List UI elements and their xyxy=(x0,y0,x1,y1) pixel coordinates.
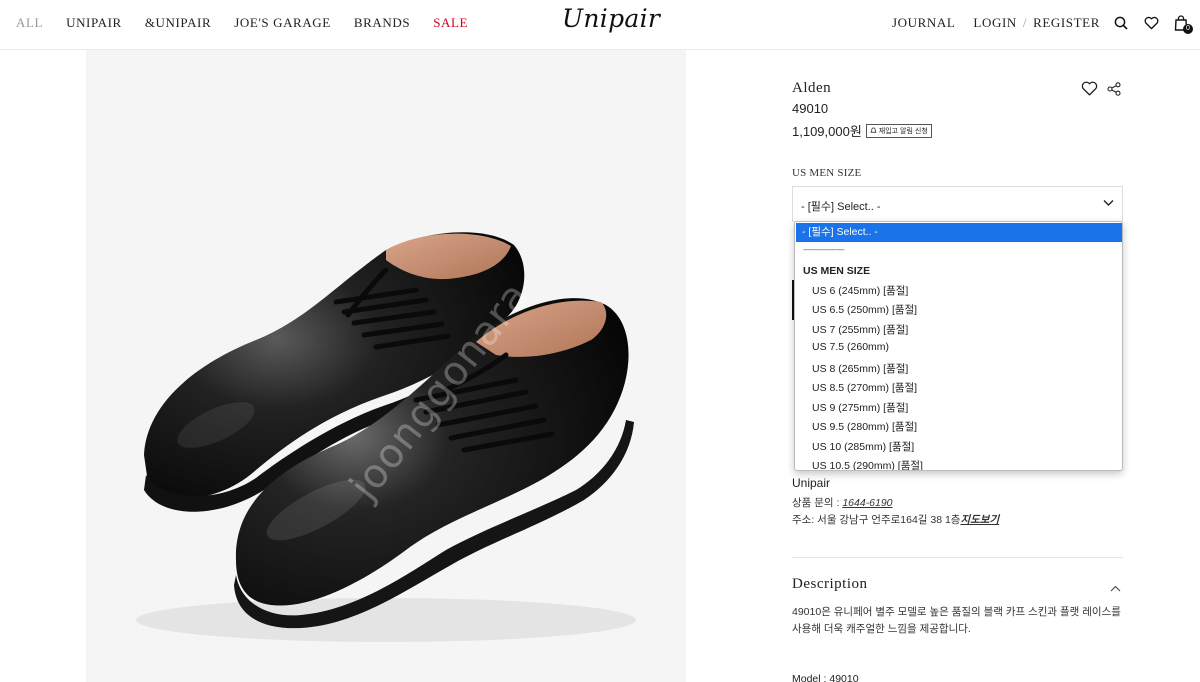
product-image: joonggonara xyxy=(86,50,686,682)
header-icons: 0 xyxy=(1112,12,1193,34)
size-dropdown-list: - [필수] Select.. - ------------------- US… xyxy=(794,221,1123,471)
dropdown-option-us6-5[interactable]: US 6.5 (250mm) [품절] xyxy=(812,302,917,317)
dropdown-option-us8[interactable]: US 8 (265mm) [품절] xyxy=(812,361,908,376)
dropdown-option-us9[interactable]: US 9 (275mm) [품절] xyxy=(812,400,908,415)
restock-alert-button[interactable]: 재입고 알림 신청 xyxy=(865,123,932,138)
nav-sale[interactable]: SALE xyxy=(433,15,468,31)
product-price-row: 1,109,000원 재입고 알림 신청 xyxy=(792,121,932,140)
store-address: 주소: 서울 강남구 언주로164길 38 1층지도보기 xyxy=(792,512,999,527)
size-select[interactable]: - [필수] Select.. - xyxy=(792,186,1123,222)
chevron-down-icon xyxy=(1103,200,1114,206)
dropdown-option-us10[interactable]: US 10 (285mm) [품절] xyxy=(812,439,914,454)
store-phone-link[interactable]: 1644-6190 xyxy=(842,497,892,509)
dropdown-option-us7[interactable]: US 7 (255mm) [품절] xyxy=(812,322,908,337)
share-icon xyxy=(1107,82,1121,96)
shoe-image xyxy=(136,232,636,642)
dropdown-option-us6[interactable]: US 6 (245mm) [품절] xyxy=(812,283,908,298)
dropdown-option-us7-5[interactable]: US 7.5 (260mm) xyxy=(812,341,889,353)
nav-all[interactable]: ALL xyxy=(16,15,43,31)
bag-icon[interactable]: 0 xyxy=(1172,12,1193,34)
description-title[interactable]: Description xyxy=(792,576,867,593)
description-text: 49010은 유니페어 별주 모델로 높은 품질의 블랙 카프 스킨과 플랫 레… xyxy=(792,606,1121,635)
site-logo[interactable]: Unipair xyxy=(562,4,660,33)
cart-count-badge: 0 xyxy=(1183,24,1193,34)
bell-icon xyxy=(870,127,877,133)
main-nav: ALL UNIPAIR &UNIPAIR JOE'S GARAGE BRANDS… xyxy=(16,15,468,31)
product-brand[interactable]: Alden xyxy=(792,80,831,97)
nav-journal[interactable]: JOURNAL xyxy=(892,15,955,31)
store-phone: 상품 문의 : 1644-6190 xyxy=(792,495,893,510)
store-name: Unipair xyxy=(792,476,831,490)
heart-icon[interactable] xyxy=(1142,12,1160,34)
wishlist-button[interactable] xyxy=(1081,81,1098,101)
dropdown-option-us8-5[interactable]: US 8.5 (270mm) [품절] xyxy=(812,380,917,395)
account-nav: JOURNAL LOGIN / REGISTER xyxy=(892,15,1100,31)
description-toggle[interactable] xyxy=(1110,579,1121,597)
dropdown-group-label: US MEN SIZE xyxy=(803,265,871,277)
search-icon[interactable] xyxy=(1112,12,1130,34)
model-number: Model : 49010 xyxy=(792,673,859,682)
nav-separator: / xyxy=(1022,15,1028,30)
product-price: 1,109,000원 xyxy=(792,124,862,139)
nav-and-unipair[interactable]: &UNIPAIR xyxy=(145,15,211,31)
restock-alert-label: 재입고 알림 신청 xyxy=(878,127,928,135)
store-phone-label: 상품 문의 : xyxy=(792,497,843,509)
dropdown-option-us9-5[interactable]: US 9.5 (280mm) [품절] xyxy=(812,419,917,434)
chevron-up-icon xyxy=(1110,585,1121,592)
size-option-label: US MEN SIZE xyxy=(792,167,862,179)
nav-brands[interactable]: BRANDS xyxy=(354,15,410,31)
size-select-value: - [필수] Select.. - xyxy=(801,201,881,213)
dropdown-option-selected[interactable]: - [필수] Select.. - xyxy=(796,223,1122,242)
heart-outline-icon xyxy=(1081,81,1098,96)
nav-login[interactable]: LOGIN xyxy=(973,15,1016,31)
share-button[interactable] xyxy=(1107,82,1121,101)
dropdown-option-us10-5[interactable]: US 10.5 (290mm) [품절] xyxy=(812,458,923,470)
product-name: 49010 xyxy=(792,101,829,116)
nav-joes-garage[interactable]: JOE'S GARAGE xyxy=(234,15,331,31)
store-address-text: 주소: 서울 강남구 언주로164길 38 1층 xyxy=(792,514,961,526)
map-link[interactable]: 지도보기 xyxy=(960,514,999,526)
nav-unipair[interactable]: UNIPAIR xyxy=(66,15,122,31)
nav-register[interactable]: REGISTER xyxy=(1033,15,1100,31)
site-header: ALL UNIPAIR &UNIPAIR JOE'S GARAGE BRANDS… xyxy=(0,0,1200,50)
dropdown-separator[interactable]: ------------------- xyxy=(803,245,845,254)
section-divider xyxy=(792,557,1123,558)
